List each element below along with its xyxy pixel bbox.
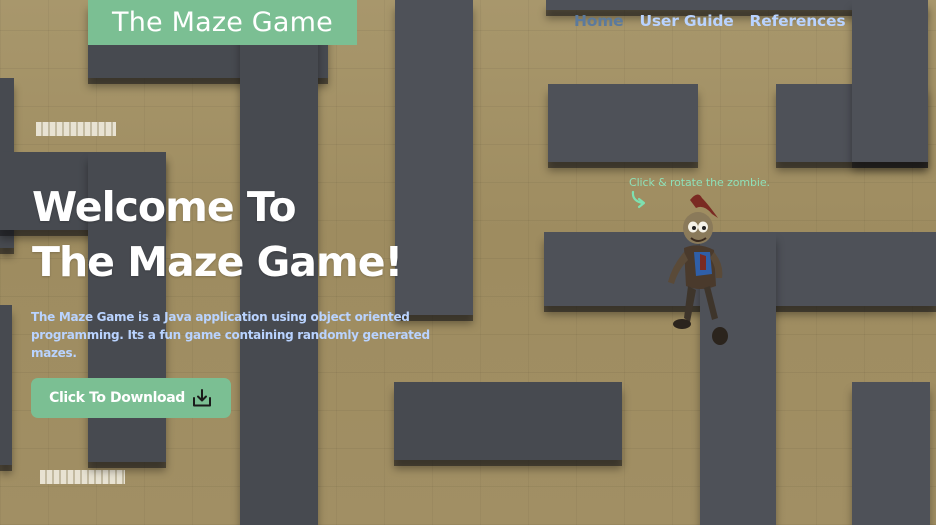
hero-title-line-1: Welcome To [32, 183, 297, 231]
maze-wall [852, 382, 930, 525]
maze-wall [395, 0, 473, 315]
maze-wall [394, 382, 622, 460]
hero-description: The Maze Game is a Java application usin… [31, 310, 430, 360]
top-nav: Home User Guide References [574, 12, 846, 30]
zombie-model[interactable] [660, 190, 740, 355]
zombie-hint: Click & rotate the zombie. [629, 176, 770, 189]
download-icon [191, 387, 213, 409]
maze-wall [852, 0, 928, 162]
download-button-label: Click To Download [49, 390, 185, 406]
vent-decoration [36, 122, 116, 136]
maze-wall [548, 84, 698, 162]
vent-decoration [40, 470, 125, 484]
brand-logo[interactable]: The Maze Game [88, 0, 357, 45]
maze-wall [0, 305, 12, 465]
download-button[interactable]: Click To Download [31, 378, 231, 418]
hero-title: Welcome To The Maze Game! [32, 180, 403, 290]
nav-references-link[interactable]: References [750, 12, 846, 30]
hero-title-line-2: The Maze Game! [32, 238, 403, 286]
curved-arrow-icon [631, 190, 646, 209]
nav-home-link[interactable]: Home [574, 12, 624, 30]
brand-title: The Maze Game [112, 7, 333, 38]
nav-user-guide-link[interactable]: User Guide [639, 12, 733, 30]
